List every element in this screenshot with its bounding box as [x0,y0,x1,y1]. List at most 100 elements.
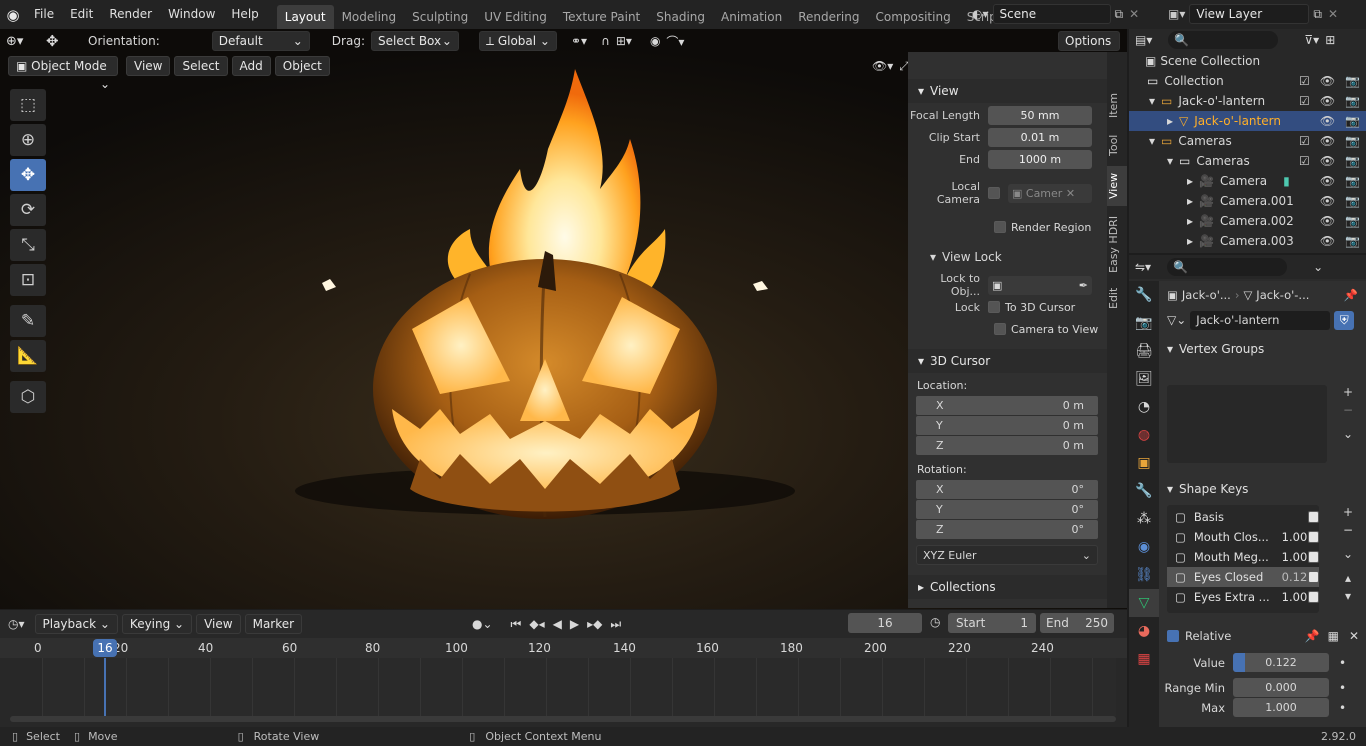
viewport-menu-add[interactable]: Add [231,56,271,76]
checkbox-icon[interactable]: ☑ [1299,134,1310,148]
viewport-menu-view[interactable]: View [126,56,171,76]
playhead-frame-badge[interactable]: 16 [93,639,117,657]
measure-tool-icon[interactable]: 📐 [10,340,46,372]
checkbox-icon[interactable]: ☑ [1299,94,1310,108]
snap-target-icon[interactable]: ⊞▾ [616,34,632,48]
render-tab-icon[interactable]: 📷 [1129,309,1159,337]
chevron-right-icon[interactable]: ▸ [1187,234,1193,248]
vertex-groups-header[interactable]: ▾ Vertex Groups [1159,337,1366,361]
checkbox-icon[interactable]: ☑ [1299,154,1310,168]
scale-tool-icon[interactable]: ⤡ [10,229,46,261]
menu-window[interactable]: Window [160,0,223,29]
select-box-tool-icon[interactable]: ⬚ [10,89,46,121]
scene-selector[interactable]: ◐▾ Scene ⧉ ✕ [972,4,1139,24]
eyedropper-icon[interactable]: ✒ [1079,276,1088,295]
shape-key-row[interactable]: ▢ Eyes Extra ... 1.00 [1167,587,1319,607]
menu-render[interactable]: Render [101,0,160,29]
chevron-down-icon[interactable]: ⌄ [1313,260,1323,274]
view-layer-tab-icon[interactable]: 🖼 [1129,365,1159,393]
collections-section-header[interactable]: ▸ Collections [908,575,1107,599]
object-tab-icon[interactable]: ▣ [1129,449,1159,477]
breadcrumb-object[interactable]: Jack-o'... [1182,288,1231,302]
tab-layout[interactable]: Layout [276,4,334,29]
chevron-right-icon[interactable]: ▸ [1187,194,1193,208]
tab-modeling[interactable]: Modeling [334,5,405,29]
options-dropdown[interactable]: Options⌄ [1058,31,1120,66]
constraints-tab-icon[interactable]: ⛓ [1129,561,1159,589]
cursor-rotation-z[interactable]: Z 0° [916,520,1098,539]
3d-cursor-section-header[interactable]: ▾ 3D Cursor [908,349,1107,373]
range-min-field[interactable]: 0.000 [1233,678,1329,697]
outliner-row[interactable]: ▸ 🎥 Camera.003 👁 📷 [1129,231,1366,251]
cursor-tool-icon[interactable]: ⊕ [10,124,46,156]
record-icon[interactable]: ●⌄ [472,617,493,631]
tab-tool[interactable]: Tool [1107,130,1127,160]
shape-key-row[interactable]: ▢ Basis [1167,507,1319,527]
shape-key-value[interactable]: 1.00 [1282,590,1308,604]
stopwatch-icon[interactable]: ◷ [930,615,940,629]
shape-key-value[interactable]: 0.12 [1282,570,1308,584]
eye-icon[interactable]: 👁 [1320,234,1335,248]
pivot-point-icon[interactable]: ⚭▾ [571,34,587,48]
particles-tab-icon[interactable]: ⁂ [1129,505,1159,533]
lock-to-object-field[interactable]: ▣ ✒ [988,275,1092,295]
eye-icon[interactable]: 👁 [1320,174,1335,188]
pin-icon[interactable]: 📌 [1344,288,1358,302]
value-slider[interactable]: 0.122 [1233,653,1329,672]
shape-keys-header[interactable]: ▾ Shape Keys [1159,477,1366,501]
menu-help[interactable]: Help [223,0,266,29]
edit-mode-icon[interactable]: ▦ [1328,629,1339,643]
outliner-search-input[interactable]: 🔍 [1168,31,1279,49]
mode-dropdown[interactable]: ▣ Object Mode ⌄ [8,56,118,91]
viewport-menu-object[interactable]: Object [274,56,330,76]
outliner-row[interactable]: ▾ ▭ Cameras ☑ 👁 📷 [1129,151,1366,171]
eye-icon[interactable]: 👁 [1320,194,1335,208]
chevron-down-icon[interactable]: ▾ [1149,134,1155,148]
playhead-line[interactable] [104,658,106,716]
move-up-icon[interactable]: ▴ [1339,571,1357,585]
blender-logo-icon[interactable]: ◉ [0,6,26,24]
camera-render-icon[interactable]: 📷 [1345,114,1360,128]
mesh-browse-icon[interactable]: ▽⌄ [1167,313,1186,327]
breadcrumb-data[interactable]: Jack-o'-... [1256,288,1309,302]
tab-uv-editing[interactable]: UV Editing [476,5,555,29]
fake-user-shield-icon[interactable]: ⛨ [1334,310,1355,330]
timeline-menu-playback[interactable]: Playback ⌄ [34,614,118,634]
range-max-field[interactable]: 1.000 [1233,698,1329,717]
timeline-scrollbar[interactable] [10,716,1116,722]
menu-file[interactable]: File [26,0,62,29]
tab-edit[interactable]: Edit [1107,282,1127,314]
outliner-row-scene-collection[interactable]: ▣ Scene Collection [1129,51,1366,71]
play-icon[interactable]: ▶ [570,617,579,631]
mesh-name-field[interactable]: Jack-o'-lantern [1190,310,1331,330]
camera-render-icon[interactable]: 📷 [1345,154,1360,168]
current-frame-field[interactable]: 16 [848,613,922,633]
camera-render-icon[interactable]: 📷 [1345,134,1360,148]
outliner-row-selected[interactable]: ▸ ▽ Jack-o'-lantern 👁 📷 [1129,111,1366,131]
camera-render-icon[interactable]: 📷 [1345,94,1360,108]
timeline-menu-marker[interactable]: Marker [244,614,303,634]
add-icon[interactable]: + [1339,505,1357,519]
shape-key-checkbox[interactable] [1307,571,1319,583]
new-collection-icon[interactable]: ⊞ [1325,33,1335,47]
next-keyframe-icon[interactable]: ▸◆ [587,617,602,631]
outliner-row[interactable]: ▾ ▭ Cameras ☑ 👁 📷 [1129,131,1366,151]
camera-render-icon[interactable]: 📷 [1345,174,1360,188]
outliner-row[interactable]: ▸ 🎥 Camera.001 👁 📷 [1129,191,1366,211]
chevron-down-icon[interactable]: ▾ [1149,94,1155,108]
proportional-edit-icon[interactable]: ◉ [650,34,660,48]
outliner-row[interactable]: ▾ ▭ Jack-o'-lantern ☑ 👁 📷 [1129,91,1366,111]
cursor-rotation-y[interactable]: Y 0° [916,500,1098,519]
play-reverse-icon[interactable]: ◀ [553,617,562,631]
physics-tab-icon[interactable]: ◉ [1129,533,1159,561]
focal-length-field[interactable]: 50 mm [988,105,1092,125]
viewport-menu-select[interactable]: Select [174,56,228,76]
editor-type-icon[interactable]: ⇋▾ [1135,260,1151,274]
texture-tab-icon[interactable]: ▦ [1129,645,1159,673]
filter-icon[interactable]: ⊽▾ [1304,33,1319,47]
relative-checkbox[interactable] [1167,630,1179,642]
tab-animation[interactable]: Animation [713,5,790,29]
jump-end-icon[interactable]: ⏭ [610,617,621,632]
timeline-menu-view[interactable]: View [196,614,241,634]
editor-type-icon[interactable]: ◷▾ [8,617,25,631]
